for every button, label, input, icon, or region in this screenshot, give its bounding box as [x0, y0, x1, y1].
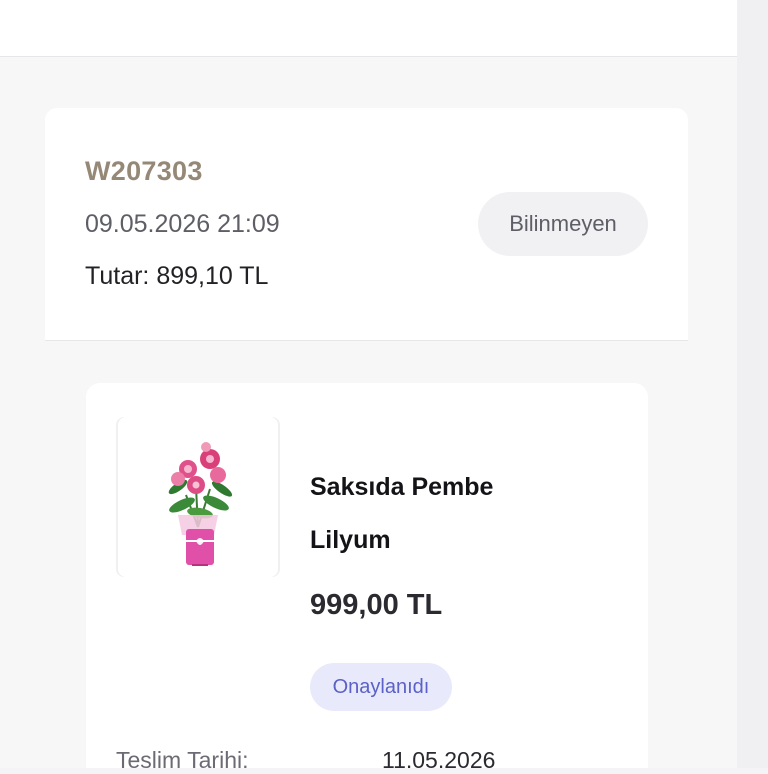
- delivery-date-label: Teslim Tarihi:: [116, 747, 249, 773]
- order-total: Tutar: 899,10 TL: [85, 262, 269, 290]
- potted-pink-lily-image: [168, 442, 233, 566]
- delivery-date-value: 11.05.2026: [382, 747, 496, 773]
- order-status-badge: Bilinmeyen: [478, 192, 648, 256]
- product-name[interactable]: Saksıda Pembe Lilyum: [310, 461, 610, 567]
- product-name-line2: Lilyum: [310, 526, 391, 554]
- order-summary-card[interactable]: W207303 09.05.2026 21:09 Tutar: 899,10 T…: [45, 108, 688, 341]
- item-status-badge: Onaylanıdı: [310, 663, 452, 711]
- scrollbar[interactable]: [737, 0, 768, 768]
- product-image[interactable]: [118, 417, 278, 577]
- order-datetime: 09.05.2026 21:09: [85, 210, 280, 238]
- product-name-line1: Saksıda Pembe: [310, 473, 494, 501]
- top-header-bar: [0, 0, 737, 57]
- order-number: W207303: [85, 156, 203, 186]
- product-price: 999,00 TL: [310, 589, 443, 621]
- order-item-card[interactable]: Saksıda Pembe Lilyum 999,00 TL Onaylanıd…: [86, 383, 648, 773]
